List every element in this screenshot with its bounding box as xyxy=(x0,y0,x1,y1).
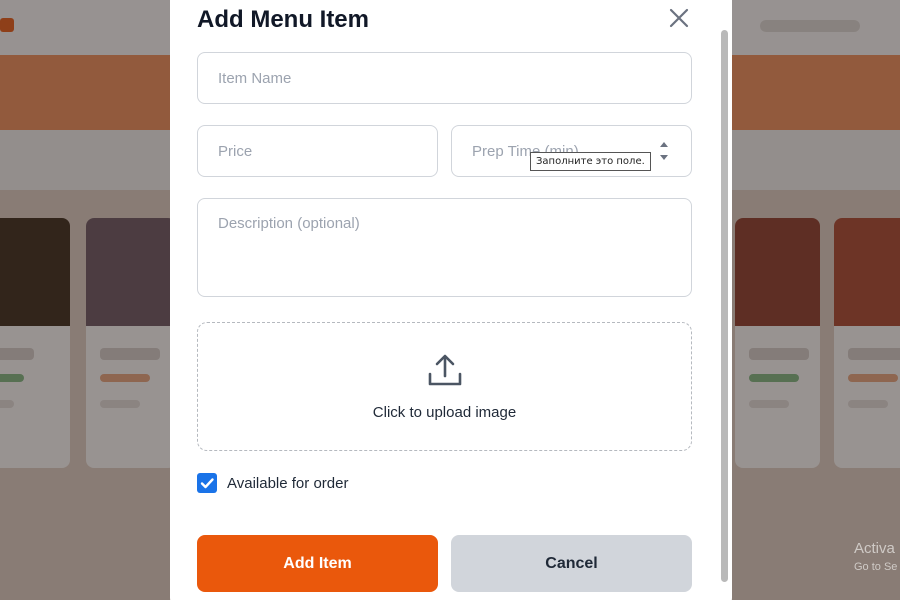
validation-tooltip: Заполните это поле. xyxy=(530,152,651,171)
close-icon[interactable] xyxy=(667,6,691,30)
description-textarea[interactable] xyxy=(197,198,692,297)
activation-title: Activa xyxy=(854,540,895,557)
upload-label: Click to upload image xyxy=(372,404,517,421)
price-input[interactable] xyxy=(197,125,438,177)
add-menu-item-dialog: Add Menu Item Заполните это поле. Click … xyxy=(170,0,732,600)
available-checkbox-label[interactable]: Available for order xyxy=(227,475,348,492)
add-item-button[interactable]: Add Item xyxy=(197,535,438,592)
activation-subtitle: Go to Se xyxy=(854,561,898,573)
os-activation-watermark: Activa Go to Se xyxy=(854,540,897,573)
dialog-title: Add Menu Item xyxy=(197,6,369,33)
number-spinner-icon[interactable] xyxy=(659,140,669,162)
available-checkbox[interactable] xyxy=(197,473,217,493)
item-name-input[interactable] xyxy=(197,52,692,104)
dialog-scrollbar[interactable] xyxy=(721,30,728,582)
cancel-button[interactable]: Cancel xyxy=(451,535,692,592)
image-upload-dropzone[interactable]: Click to upload image xyxy=(197,322,692,451)
upload-icon xyxy=(426,352,464,390)
